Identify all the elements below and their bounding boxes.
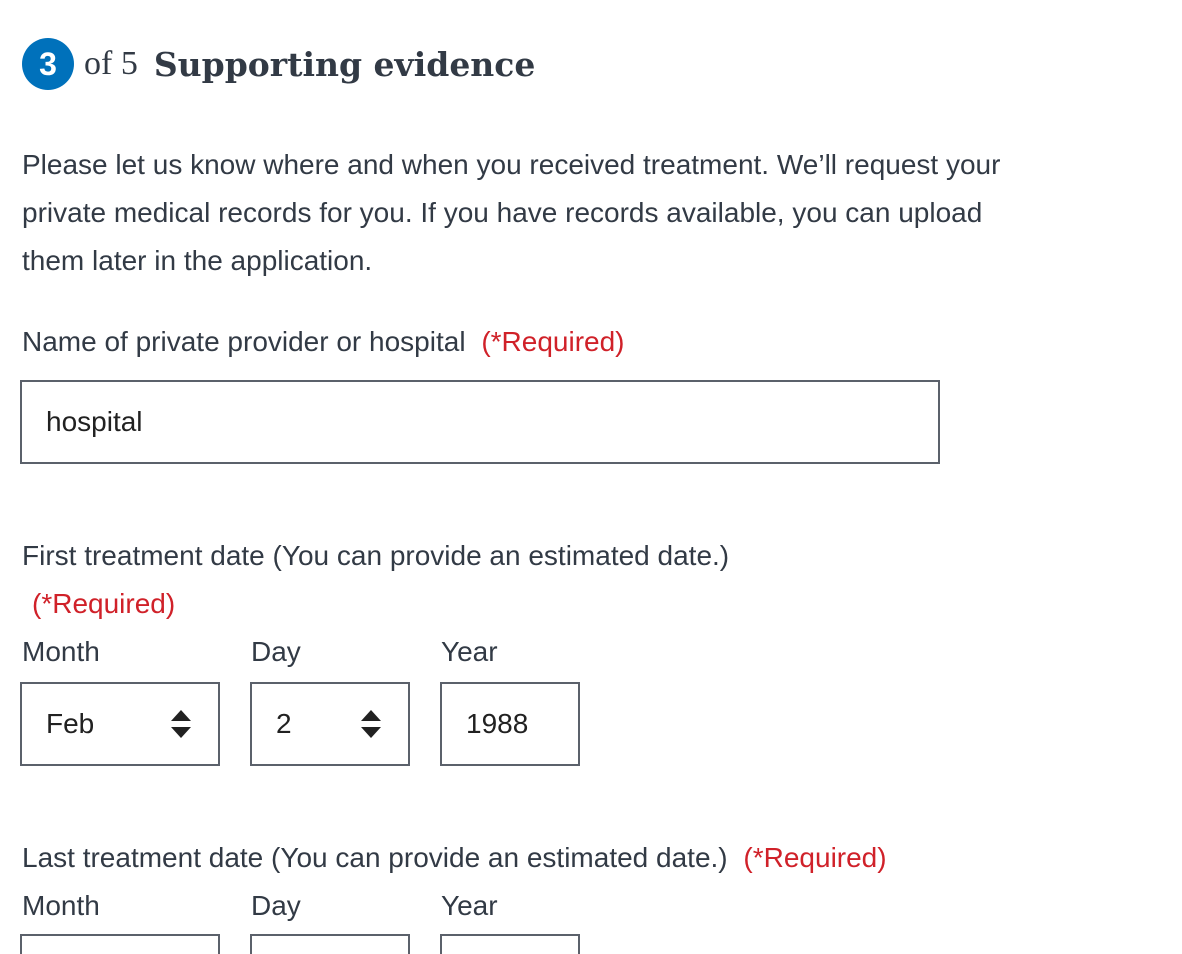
last-date-month-select[interactable] bbox=[20, 934, 220, 954]
provider-name-input[interactable] bbox=[20, 380, 940, 464]
step-title: Supporting evidence bbox=[153, 44, 536, 84]
provider-label-text: Name of private provider or hospital bbox=[22, 326, 466, 357]
first-date-day-value: 2 bbox=[276, 708, 292, 739]
last-date-year-label: Year bbox=[441, 890, 498, 921]
last-date-month-label: Month bbox=[22, 890, 100, 921]
last-date-day-label: Day bbox=[251, 890, 301, 921]
last-date-label: Last treatment date (You can provide an … bbox=[22, 838, 887, 878]
first-date-year-input[interactable] bbox=[440, 682, 580, 766]
first-date-day-label: Day bbox=[251, 636, 301, 667]
first-date-year-label: Year bbox=[441, 636, 498, 667]
provider-label: Name of private provider or hospital (*R… bbox=[22, 322, 625, 362]
up-down-triangle-icon bbox=[170, 709, 192, 739]
up-down-triangle-icon bbox=[360, 709, 382, 739]
step-of-total: of 5 bbox=[84, 45, 138, 82]
first-date-month-value: Feb bbox=[46, 708, 95, 739]
intro-paragraph: Please let us know where and when you re… bbox=[22, 149, 1001, 276]
provider-required-indicator: (*Required) bbox=[481, 326, 625, 357]
step-header: 3 of 5 Supporting evidence bbox=[22, 38, 535, 90]
last-date-required-indicator: (*Required) bbox=[743, 842, 887, 873]
last-date-label-text: Last treatment date (You can provide an … bbox=[22, 842, 728, 873]
first-date-label: First treatment date (You can provide an… bbox=[22, 540, 730, 571]
first-date-day-select[interactable]: 2 bbox=[250, 682, 410, 766]
first-date-month-label: Month bbox=[22, 636, 100, 667]
form-page: 3 of 5 Supporting evidence Please let us… bbox=[0, 0, 1182, 954]
first-date-required-indicator: (*Required) bbox=[32, 588, 176, 619]
last-date-year-input[interactable] bbox=[440, 934, 580, 954]
first-date-month-select[interactable]: Feb bbox=[20, 682, 220, 766]
step-number-badge: 3 bbox=[22, 38, 74, 90]
last-date-day-select[interactable] bbox=[250, 934, 410, 954]
